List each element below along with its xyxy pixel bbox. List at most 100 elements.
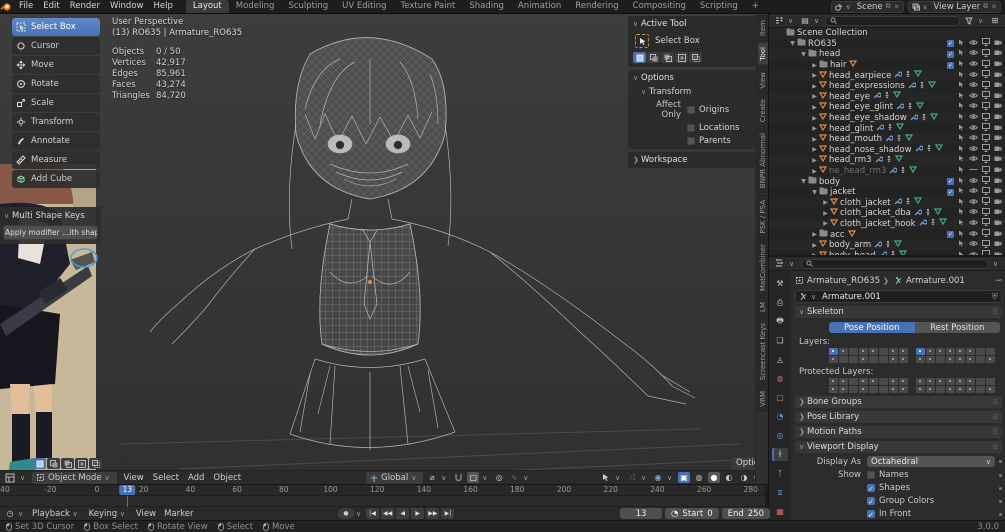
transform-header[interactable]: ∨ Transform bbox=[641, 87, 750, 97]
layer-toggle[interactable] bbox=[976, 356, 985, 363]
jump-to-start-button[interactable]: |◀ bbox=[366, 508, 379, 519]
tool-scale[interactable]: Scale bbox=[12, 94, 100, 112]
hide-eye-icon[interactable] bbox=[969, 198, 978, 208]
render-visibility-icon[interactable] bbox=[994, 230, 1002, 240]
apply-modifier-button[interactable]: Apply modifier ...ith shape keys bbox=[3, 225, 98, 240]
selectable-toggle-icon[interactable] bbox=[958, 187, 965, 197]
hide-eye-icon[interactable] bbox=[969, 49, 978, 59]
layer-toggle[interactable] bbox=[849, 356, 858, 363]
layer-toggle[interactable] bbox=[859, 378, 868, 385]
jump-to-end-button[interactable]: ▶| bbox=[441, 508, 455, 519]
collection-checkbox[interactable]: ✓ bbox=[947, 231, 954, 239]
select-mode-invert-icon[interactable] bbox=[75, 458, 88, 469]
hide-eye-icon[interactable] bbox=[969, 60, 978, 70]
expander-icon[interactable]: ▼ bbox=[799, 51, 808, 58]
outliner-row-body_arm[interactable]: ▶ body_arm bbox=[769, 239, 1005, 251]
expander-icon[interactable]: ▶ bbox=[810, 125, 819, 132]
hide-eye-icon[interactable] bbox=[969, 39, 978, 49]
selectable-toggle-icon[interactable] bbox=[958, 92, 965, 102]
fake-user-shield-icon[interactable]: ⛨ bbox=[992, 292, 998, 302]
falloff-curve-icon[interactable]: ∿ bbox=[508, 472, 520, 483]
selectable-toggle-icon[interactable] bbox=[958, 81, 965, 91]
select-mode-subtract-icon[interactable] bbox=[661, 52, 674, 63]
outliner-row-jacket[interactable]: ▼ jacket ✓ bbox=[769, 186, 1005, 198]
viewport-menu-select[interactable]: Select bbox=[150, 473, 182, 483]
layer-toggle[interactable] bbox=[946, 378, 955, 385]
viewport-visibility-icon[interactable] bbox=[982, 101, 990, 113]
tool-cursor[interactable]: Cursor bbox=[12, 37, 100, 55]
selectable-toggle-icon[interactable] bbox=[958, 155, 965, 165]
layer-toggle[interactable] bbox=[966, 378, 975, 385]
proportional-edit-icon[interactable]: ◎ bbox=[493, 472, 505, 483]
hide-eye-icon[interactable] bbox=[969, 134, 978, 144]
layer-toggle[interactable] bbox=[916, 378, 925, 385]
layer-toggle[interactable] bbox=[926, 386, 935, 393]
menu-window[interactable]: Window bbox=[105, 0, 149, 13]
expander-icon[interactable]: ▶ bbox=[810, 62, 819, 69]
layer-toggle[interactable] bbox=[899, 386, 908, 393]
current-frame-indicator[interactable]: 13 bbox=[119, 485, 136, 495]
xray-toggle-icon[interactable]: ▣ bbox=[678, 472, 690, 483]
checkbox-origins[interactable] bbox=[687, 106, 695, 114]
expander-icon[interactable]: ▶ bbox=[810, 83, 819, 90]
timeline-ruler[interactable]: -40 -20 0 20 40 60 80 100 120 140 160 180 200 220 240 2… bbox=[0, 485, 765, 496]
hide-eye-icon[interactable] bbox=[969, 240, 978, 250]
render-visibility-icon[interactable] bbox=[994, 166, 1002, 176]
layer-toggle[interactable] bbox=[829, 348, 838, 355]
viewport-visibility-icon[interactable] bbox=[982, 207, 990, 219]
tab-compositing[interactable]: Compositing bbox=[626, 0, 693, 13]
orientation-dropdown[interactable]: Global ∨ bbox=[366, 471, 424, 484]
timeline-menu-playback[interactable]: Playback ∨ bbox=[28, 509, 85, 519]
select-mode-intersect-icon[interactable] bbox=[89, 458, 102, 469]
timeline-menu-keying[interactable]: Keying ∨ bbox=[85, 509, 132, 519]
hide-eye-icon[interactable] bbox=[969, 92, 978, 102]
prev-keyframe-button[interactable]: ◀◀ bbox=[381, 508, 395, 519]
layer-toggle[interactable] bbox=[839, 356, 848, 363]
checkbox-group-colors[interactable]: ✓ bbox=[867, 497, 875, 506]
tool-transform[interactable]: Transform bbox=[12, 113, 100, 131]
layer-toggle[interactable] bbox=[926, 348, 935, 355]
gizmos-icon[interactable]: ⤨ bbox=[626, 472, 638, 483]
hide-eye-icon[interactable] bbox=[969, 177, 978, 187]
properties-tab-scene[interactable]: ◬ bbox=[772, 353, 788, 366]
select-mode-extend-icon[interactable] bbox=[647, 52, 660, 63]
outliner-row-cloth_jacket[interactable]: ▶ cloth_jacket bbox=[769, 197, 1005, 209]
properties-tab-bone[interactable]: ᛉ bbox=[772, 467, 788, 480]
layer-toggle[interactable] bbox=[946, 348, 955, 355]
render-visibility-icon[interactable] bbox=[994, 155, 1002, 165]
render-visibility-icon[interactable] bbox=[994, 208, 1002, 218]
filter-funnel-icon[interactable] bbox=[963, 15, 975, 26]
hide-eye-icon[interactable] bbox=[969, 81, 978, 91]
render-visibility-icon[interactable] bbox=[994, 177, 1002, 187]
layer-toggle[interactable] bbox=[926, 356, 935, 363]
play-button[interactable]: ▶ bbox=[411, 508, 425, 519]
expander-icon[interactable]: ▶ bbox=[810, 231, 819, 238]
pivot-point-icon[interactable]: ⌀ bbox=[426, 472, 438, 483]
overlays-icon[interactable]: ◉ bbox=[652, 472, 664, 483]
layer-toggle[interactable] bbox=[916, 356, 925, 363]
layer-toggle[interactable] bbox=[829, 378, 838, 385]
render-visibility-icon[interactable] bbox=[994, 219, 1002, 229]
tab-modeling[interactable]: Modeling bbox=[229, 0, 282, 13]
layer-toggle[interactable] bbox=[986, 348, 995, 355]
tab-rendering[interactable]: Rendering bbox=[568, 0, 625, 13]
viewport-3d[interactable]: User Perspective (13) RO635 | Armature_R… bbox=[0, 14, 765, 484]
render-visibility-icon[interactable] bbox=[994, 60, 1002, 70]
outliner-row-head_eye[interactable]: ▶ head_eye bbox=[769, 91, 1005, 103]
selectable-toggle-icon[interactable] bbox=[958, 240, 965, 250]
properties-tab-bone-constraints[interactable]: ⧖ bbox=[772, 486, 788, 499]
selectable-toggle-icon[interactable] bbox=[958, 102, 965, 112]
checkbox-shapes[interactable]: ✓ bbox=[867, 484, 875, 493]
tool-select-box[interactable]: Select Box bbox=[12, 18, 100, 36]
layer-toggle[interactable] bbox=[859, 386, 868, 393]
hide-eye-icon[interactable] bbox=[969, 155, 978, 165]
layer-toggle[interactable] bbox=[829, 386, 838, 393]
snap-target-icon[interactable]: ▢ bbox=[467, 472, 480, 483]
layer-toggle[interactable] bbox=[849, 348, 858, 355]
hide-eye-icon[interactable] bbox=[969, 166, 978, 176]
outliner-row-cloth_jacket_hook[interactable]: ▶ cloth_jacket_hook bbox=[769, 218, 1005, 230]
properties-tab-world[interactable]: ◍ bbox=[772, 372, 788, 385]
expander-icon[interactable]: ▶ bbox=[810, 168, 819, 175]
animate-decorator[interactable] bbox=[999, 460, 1002, 463]
properties-tab-output[interactable]: 🖶 bbox=[772, 315, 788, 328]
